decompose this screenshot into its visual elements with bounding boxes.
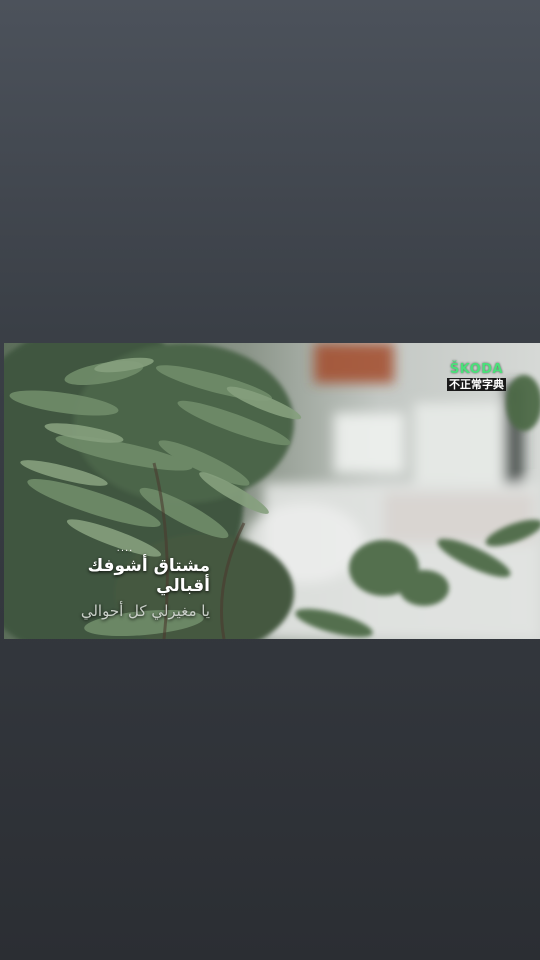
logo-subtitle-text: 不正常字典	[447, 378, 506, 391]
skoda-logo: ŠKODA 不正常字典	[447, 363, 506, 391]
lyrics-line-1: مشتاق أشوفك أقبالي	[87, 556, 210, 596]
lyrics-dots: ....	[116, 543, 134, 554]
video-frame[interactable]: ŠKODA 不正常字典 .... مشتاق أشوفك أقبالي يا م…	[4, 343, 540, 639]
lyrics-caption: .... مشتاق أشوفك أقبالي يا مغيرلي كل أحو…	[40, 543, 210, 620]
lyrics-line-2: يا مغيرلي كل أحوالي	[80, 602, 210, 620]
logo-brand-text: ŠKODA	[449, 362, 504, 377]
